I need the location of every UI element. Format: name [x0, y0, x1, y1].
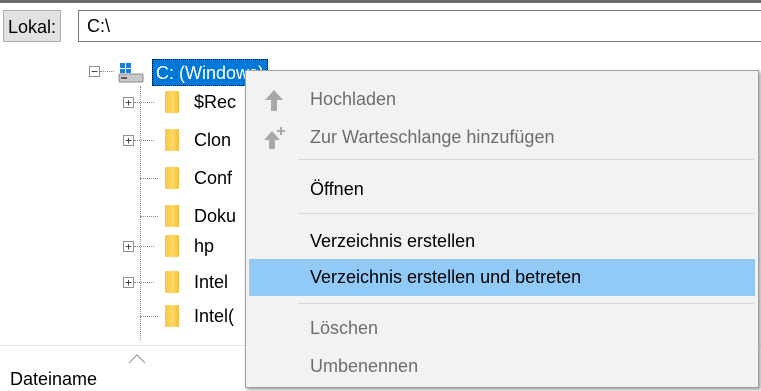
column-header-filename[interactable]: Dateiname	[10, 368, 97, 390]
collapse-drive-icon[interactable]: −	[89, 66, 100, 77]
add-to-queue-icon	[264, 127, 285, 149]
menu-item-label: Hochladen	[310, 89, 397, 109]
context-menu: Hochladen Zur Warteschlange hinzufügen Ö…	[245, 70, 759, 388]
menu-separator	[298, 159, 754, 160]
folder-icon	[165, 167, 179, 189]
folder-icon	[165, 129, 179, 151]
tree-item[interactable]: + Clon	[0, 126, 245, 158]
tree-item[interactable]: + Intel	[0, 268, 245, 300]
menu-item-label: Zur Warteschlange hinzufügen	[310, 127, 555, 147]
expand-icon[interactable]: +	[123, 241, 134, 252]
expand-icon[interactable]: +	[123, 135, 134, 146]
local-path-input[interactable]: C:\	[78, 10, 761, 42]
sort-ascending-icon	[128, 354, 146, 364]
folder-icon	[165, 205, 179, 227]
tree-item[interactable]: Conf	[0, 164, 245, 196]
expand-icon[interactable]: +	[123, 97, 134, 108]
tree-item-label: Conf	[194, 168, 233, 188]
menu-item-create-directory[interactable]: Verzeichnis erstellen	[249, 223, 755, 260]
folder-icon	[165, 271, 179, 293]
tree-item-label: hp	[194, 236, 215, 256]
tree-item[interactable]: Doku	[0, 202, 245, 234]
menu-item-label: Verzeichnis erstellen	[310, 231, 476, 251]
expand-icon[interactable]: +	[123, 277, 134, 288]
tree-item-label: Clon	[194, 130, 232, 150]
local-path-label: Lokal:	[3, 10, 62, 42]
menu-item-label: Verzeichnis erstellen und betreten	[310, 267, 582, 287]
folder-icon	[165, 235, 179, 257]
menu-item-add-to-queue[interactable]: Zur Warteschlange hinzufügen	[249, 119, 755, 156]
drive-icon	[118, 63, 144, 83]
menu-item-label: Öffnen	[310, 179, 364, 199]
menu-separator	[298, 303, 754, 304]
menu-item-label: Löschen	[310, 318, 379, 338]
menu-item-label: Umbenennen	[310, 356, 419, 376]
folder-icon	[165, 305, 179, 327]
tree-item[interactable]: + hp	[0, 232, 245, 264]
tree-item-label: Doku	[194, 206, 237, 226]
tree-item-label: Intel(	[194, 306, 235, 326]
menu-item-rename[interactable]: Umbenennen	[249, 348, 755, 385]
folder-icon	[165, 91, 179, 113]
tree-item-label: $Rec	[194, 92, 237, 112]
menu-separator	[298, 213, 754, 214]
menu-item-delete[interactable]: Löschen	[249, 310, 755, 347]
tree-item[interactable]: + $Rec	[0, 88, 245, 120]
menu-item-open[interactable]: Öffnen	[249, 171, 755, 208]
menu-item-upload[interactable]: Hochladen	[249, 81, 755, 118]
tree-item-label: Intel	[194, 272, 229, 292]
upload-arrow-icon	[265, 90, 283, 111]
menu-item-create-and-enter-directory[interactable]: Verzeichnis erstellen und betreten	[249, 259, 755, 296]
tree-item[interactable]: Intel(	[0, 302, 245, 334]
local-path-bar: Lokal: C:\	[0, 0, 761, 44]
